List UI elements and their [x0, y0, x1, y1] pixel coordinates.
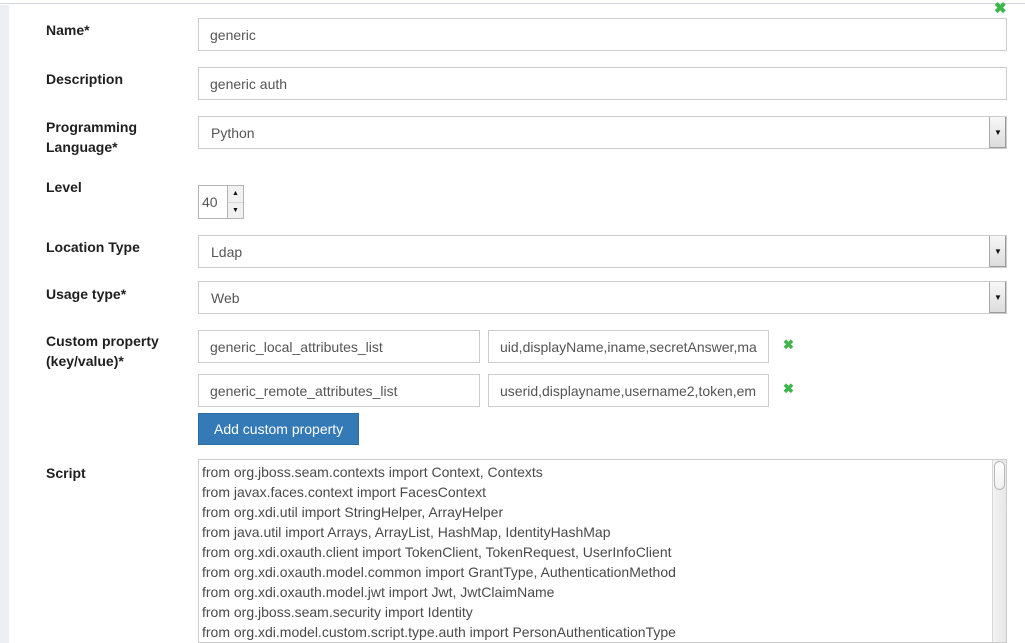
script-textarea[interactable]: from org.jboss.seam.contexts import Cont… — [198, 459, 1007, 643]
usage-type-value: Web — [211, 290, 240, 306]
script-code-line: from org.xdi.oxauth.client import TokenC… — [202, 542, 988, 562]
level-label: Level — [46, 177, 196, 197]
location-type-select[interactable]: Ldap ▼ — [198, 235, 1007, 268]
chevron-down-icon[interactable]: ▼ — [989, 282, 1006, 313]
programming-language-value: Python — [211, 125, 255, 141]
script-code-line: from org.xdi.oxauth.model.common import … — [202, 562, 988, 582]
panel-close-icon[interactable]: ✖ — [994, 2, 1007, 15]
script-label: Script — [46, 463, 196, 483]
custom-property-label: Custom property (key/value)* — [46, 331, 196, 371]
custom-property-value-input[interactable] — [488, 374, 769, 407]
spinner-up-icon[interactable]: ▲ — [228, 186, 243, 203]
add-custom-property-button[interactable]: Add custom property — [198, 413, 359, 445]
programming-language-label: Programming Language* — [46, 117, 196, 157]
script-code-line: from org.jboss.seam.contexts import Cont… — [202, 462, 988, 482]
panel-left-gutter — [0, 5, 9, 643]
script-code-line: from org.xdi.util import StringHelper, A… — [202, 502, 988, 522]
programming-language-select[interactable]: Python ▼ — [198, 116, 1007, 149]
custom-property-key-input[interactable] — [198, 374, 480, 407]
custom-property-key-input[interactable] — [198, 330, 480, 363]
chevron-down-icon[interactable]: ▼ — [989, 117, 1006, 148]
script-code-line: from org.jboss.seam.security import Iden… — [202, 602, 988, 622]
custom-property-value-input[interactable] — [488, 330, 769, 363]
script-code: from org.jboss.seam.contexts import Cont… — [199, 460, 1006, 642]
script-code-line: from org.xdi.oxauth.model.jwt import Jwt… — [202, 582, 988, 602]
location-type-label: Location Type — [46, 237, 196, 257]
scrollbar-thumb[interactable] — [994, 461, 1005, 490]
chevron-down-icon[interactable]: ▼ — [989, 236, 1006, 267]
remove-property-icon[interactable]: ✖ — [783, 338, 794, 351]
scrollbar[interactable] — [992, 460, 1006, 642]
script-code-line: from javax.faces.context import FacesCon… — [202, 482, 988, 502]
usage-type-label: Usage type* — [46, 284, 196, 304]
level-spinner-arrows: ▲ ▼ — [227, 186, 243, 218]
level-value[interactable]: 40 — [199, 186, 227, 218]
script-code-line: from org.xdi.model.custom.script.type.au… — [202, 622, 988, 642]
usage-type-select[interactable]: Web ▼ — [198, 281, 1007, 314]
location-type-value: Ldap — [211, 244, 242, 260]
level-spinner[interactable]: 40 ▲ ▼ — [198, 185, 244, 219]
description-input[interactable] — [198, 67, 1007, 100]
panel-top-border — [0, 3, 1025, 4]
name-label: Name* — [46, 20, 196, 40]
name-input[interactable] — [198, 18, 1007, 51]
script-code-line: from java.util import Arrays, ArrayList,… — [202, 522, 988, 542]
description-label: Description — [46, 69, 196, 89]
remove-property-icon[interactable]: ✖ — [783, 382, 794, 395]
spinner-down-icon[interactable]: ▼ — [228, 203, 243, 219]
